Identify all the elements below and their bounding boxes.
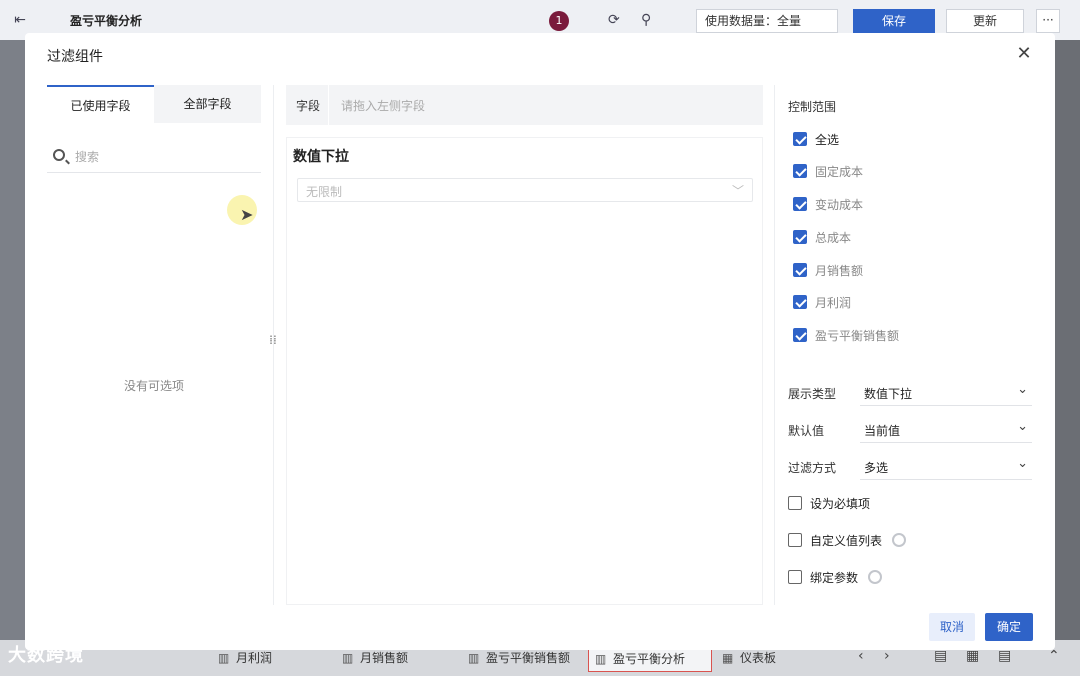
chevron-down-icon: ⌄ (1017, 419, 1028, 434)
tab-all-fields[interactable]: 全部字段 (154, 85, 261, 123)
field-label: 字段 (296, 99, 321, 113)
chevron-down-icon: ⌄ (1017, 456, 1028, 471)
checkbox-item[interactable]: 月销售额 (793, 261, 863, 279)
checkbox-label: 变动成本 (815, 197, 864, 212)
add-chart-icon[interactable]: ▤ (934, 648, 947, 664)
filter-mode-value: 多选 (864, 461, 889, 475)
checkbox[interactable] (793, 132, 807, 146)
checkbox[interactable] (788, 533, 802, 547)
checkbox[interactable] (793, 263, 807, 277)
sheet-tab-label: 盈亏平衡分析 (613, 652, 686, 666)
preview-panel: 字段 请拖入左侧字段 数值下拉 无限制 ﹀ (286, 85, 763, 605)
checkbox[interactable] (793, 164, 807, 178)
checkbox[interactable] (788, 496, 802, 510)
filter-mode-select[interactable]: 多选 ⌄ (860, 454, 1032, 480)
custom-list-option[interactable]: 自定义值列表 (788, 531, 907, 549)
control-range-title: 控制范围 (788, 100, 837, 114)
field-separator (328, 85, 329, 125)
notification-badge[interactable]: 1 (549, 11, 569, 31)
mouse-pointer-icon: ➤ (240, 205, 254, 224)
panel-divider (774, 85, 775, 605)
default-value-value: 当前值 (864, 424, 901, 438)
checkbox[interactable] (793, 295, 807, 309)
next-icon[interactable]: › (884, 648, 890, 664)
display-type-row: 展示类型 数值下拉 ⌄ (788, 380, 1033, 406)
app-title: 盈亏平衡分析 (70, 13, 143, 28)
filter-component-dialog: 过滤组件 ✕ 已使用字段 全部字段 ➤ 没有可选项 ⁞⁞ 字段 请拖入左侧字段 … (25, 33, 1055, 650)
add-dashboard-icon[interactable]: ▦ (966, 648, 979, 664)
checkbox-item[interactable]: 固定成本 (793, 162, 863, 180)
checkbox-label: 固定成本 (815, 164, 864, 179)
checkbox[interactable] (793, 230, 807, 244)
field-drop-zone[interactable]: 字段 请拖入左侧字段 (286, 85, 763, 125)
display-type-label: 展示类型 (788, 387, 837, 401)
checkbox[interactable] (793, 328, 807, 342)
search-icon (53, 149, 65, 161)
checkbox-label: 月销售额 (815, 263, 864, 278)
sheet-tab-label: 盈亏平衡销售额 (486, 651, 571, 665)
preview-dropdown-value: 无限制 (306, 185, 343, 199)
checkbox-item[interactable]: 盈亏平衡销售额 (793, 326, 899, 344)
display-type-select[interactable]: 数值下拉 ⌄ (860, 380, 1032, 406)
checkbox-select-all[interactable]: 全选 (793, 130, 839, 148)
back-icon[interactable]: ⇤ (0, 12, 40, 28)
field-placeholder: 请拖入左侧字段 (341, 99, 426, 113)
checkbox-label: 总成本 (815, 230, 852, 245)
checkbox[interactable] (793, 197, 807, 211)
preview-title: 数值下拉 (293, 149, 349, 165)
tab-used-fields[interactable]: 已使用字段 (47, 85, 154, 123)
checkbox-label: 盈亏平衡销售额 (815, 328, 900, 343)
drag-handle-icon[interactable]: ⁞⁞ (267, 334, 279, 346)
checkbox[interactable] (788, 570, 802, 584)
save-button[interactable]: 保存 (853, 9, 935, 33)
display-type-value: 数值下拉 (864, 387, 913, 401)
filter-mode-label: 过滤方式 (788, 461, 837, 475)
data-usage-select[interactable]: 使用数据量：全量 (696, 9, 838, 33)
field-list-panel: 已使用字段 全部字段 ➤ 没有可选项 (47, 85, 262, 605)
prev-icon[interactable]: ‹ (858, 648, 864, 664)
search-box (47, 145, 261, 173)
default-value-label: 默认值 (788, 424, 825, 438)
cancel-button[interactable]: 取消 (929, 613, 975, 641)
default-value-select[interactable]: 当前值 ⌄ (860, 417, 1032, 443)
share-icon[interactable]: ⚲ (641, 12, 651, 28)
filter-preview: 数值下拉 无限制 ﹀ (286, 137, 763, 605)
empty-state-text: 没有可选项 (123, 379, 184, 393)
checkbox-label: 设为必填项 (810, 496, 871, 511)
checkbox-label: 自定义值列表 (810, 533, 883, 548)
checkbox-label: 全选 (815, 132, 840, 147)
preview-dropdown[interactable]: 无限制 ﹀ (297, 178, 753, 202)
update-button[interactable]: 更新 (946, 9, 1024, 33)
chevron-down-icon: ﹀ (731, 184, 744, 198)
sheet-tab-label: 仪表板 (740, 651, 777, 665)
checkbox-item[interactable]: 月利润 (793, 293, 851, 311)
checkbox-item[interactable]: 变动成本 (793, 195, 863, 213)
checkbox-label: 绑定参数 (810, 570, 859, 585)
confirm-button[interactable]: 确定 (985, 613, 1033, 641)
chevron-down-icon: ⌄ (1017, 382, 1028, 397)
close-icon[interactable]: ✕ (1013, 43, 1035, 65)
sheet-tab-label: 月销售额 (360, 651, 409, 665)
filter-mode-row: 过滤方式 多选 ⌄ (788, 454, 1033, 480)
checkbox-item[interactable]: 总成本 (793, 228, 851, 246)
dialog-title: 过滤组件 (47, 49, 103, 65)
gear-icon[interactable] (892, 533, 907, 547)
refresh-icon[interactable]: ⟳ (608, 12, 620, 28)
add-report-icon[interactable]: ▤ (998, 648, 1011, 664)
default-value-row: 默认值 当前值 ⌄ (788, 417, 1033, 443)
checkbox-label: 月利润 (815, 295, 852, 310)
gear-icon[interactable] (868, 570, 883, 584)
required-option[interactable]: 设为必填项 (788, 494, 870, 512)
search-input[interactable] (75, 147, 255, 167)
collapse-icon[interactable]: ⌃ (1048, 648, 1060, 664)
bind-param-option[interactable]: 绑定参数 (788, 568, 883, 586)
settings-panel: 控制范围 全选 固定成本 变动成本 总成本 月销售额 月利润 盈亏平衡销售额 展… (788, 85, 1033, 605)
more-button[interactable]: ··· (1036, 9, 1060, 33)
sheet-tab-label: 月利润 (236, 651, 273, 665)
